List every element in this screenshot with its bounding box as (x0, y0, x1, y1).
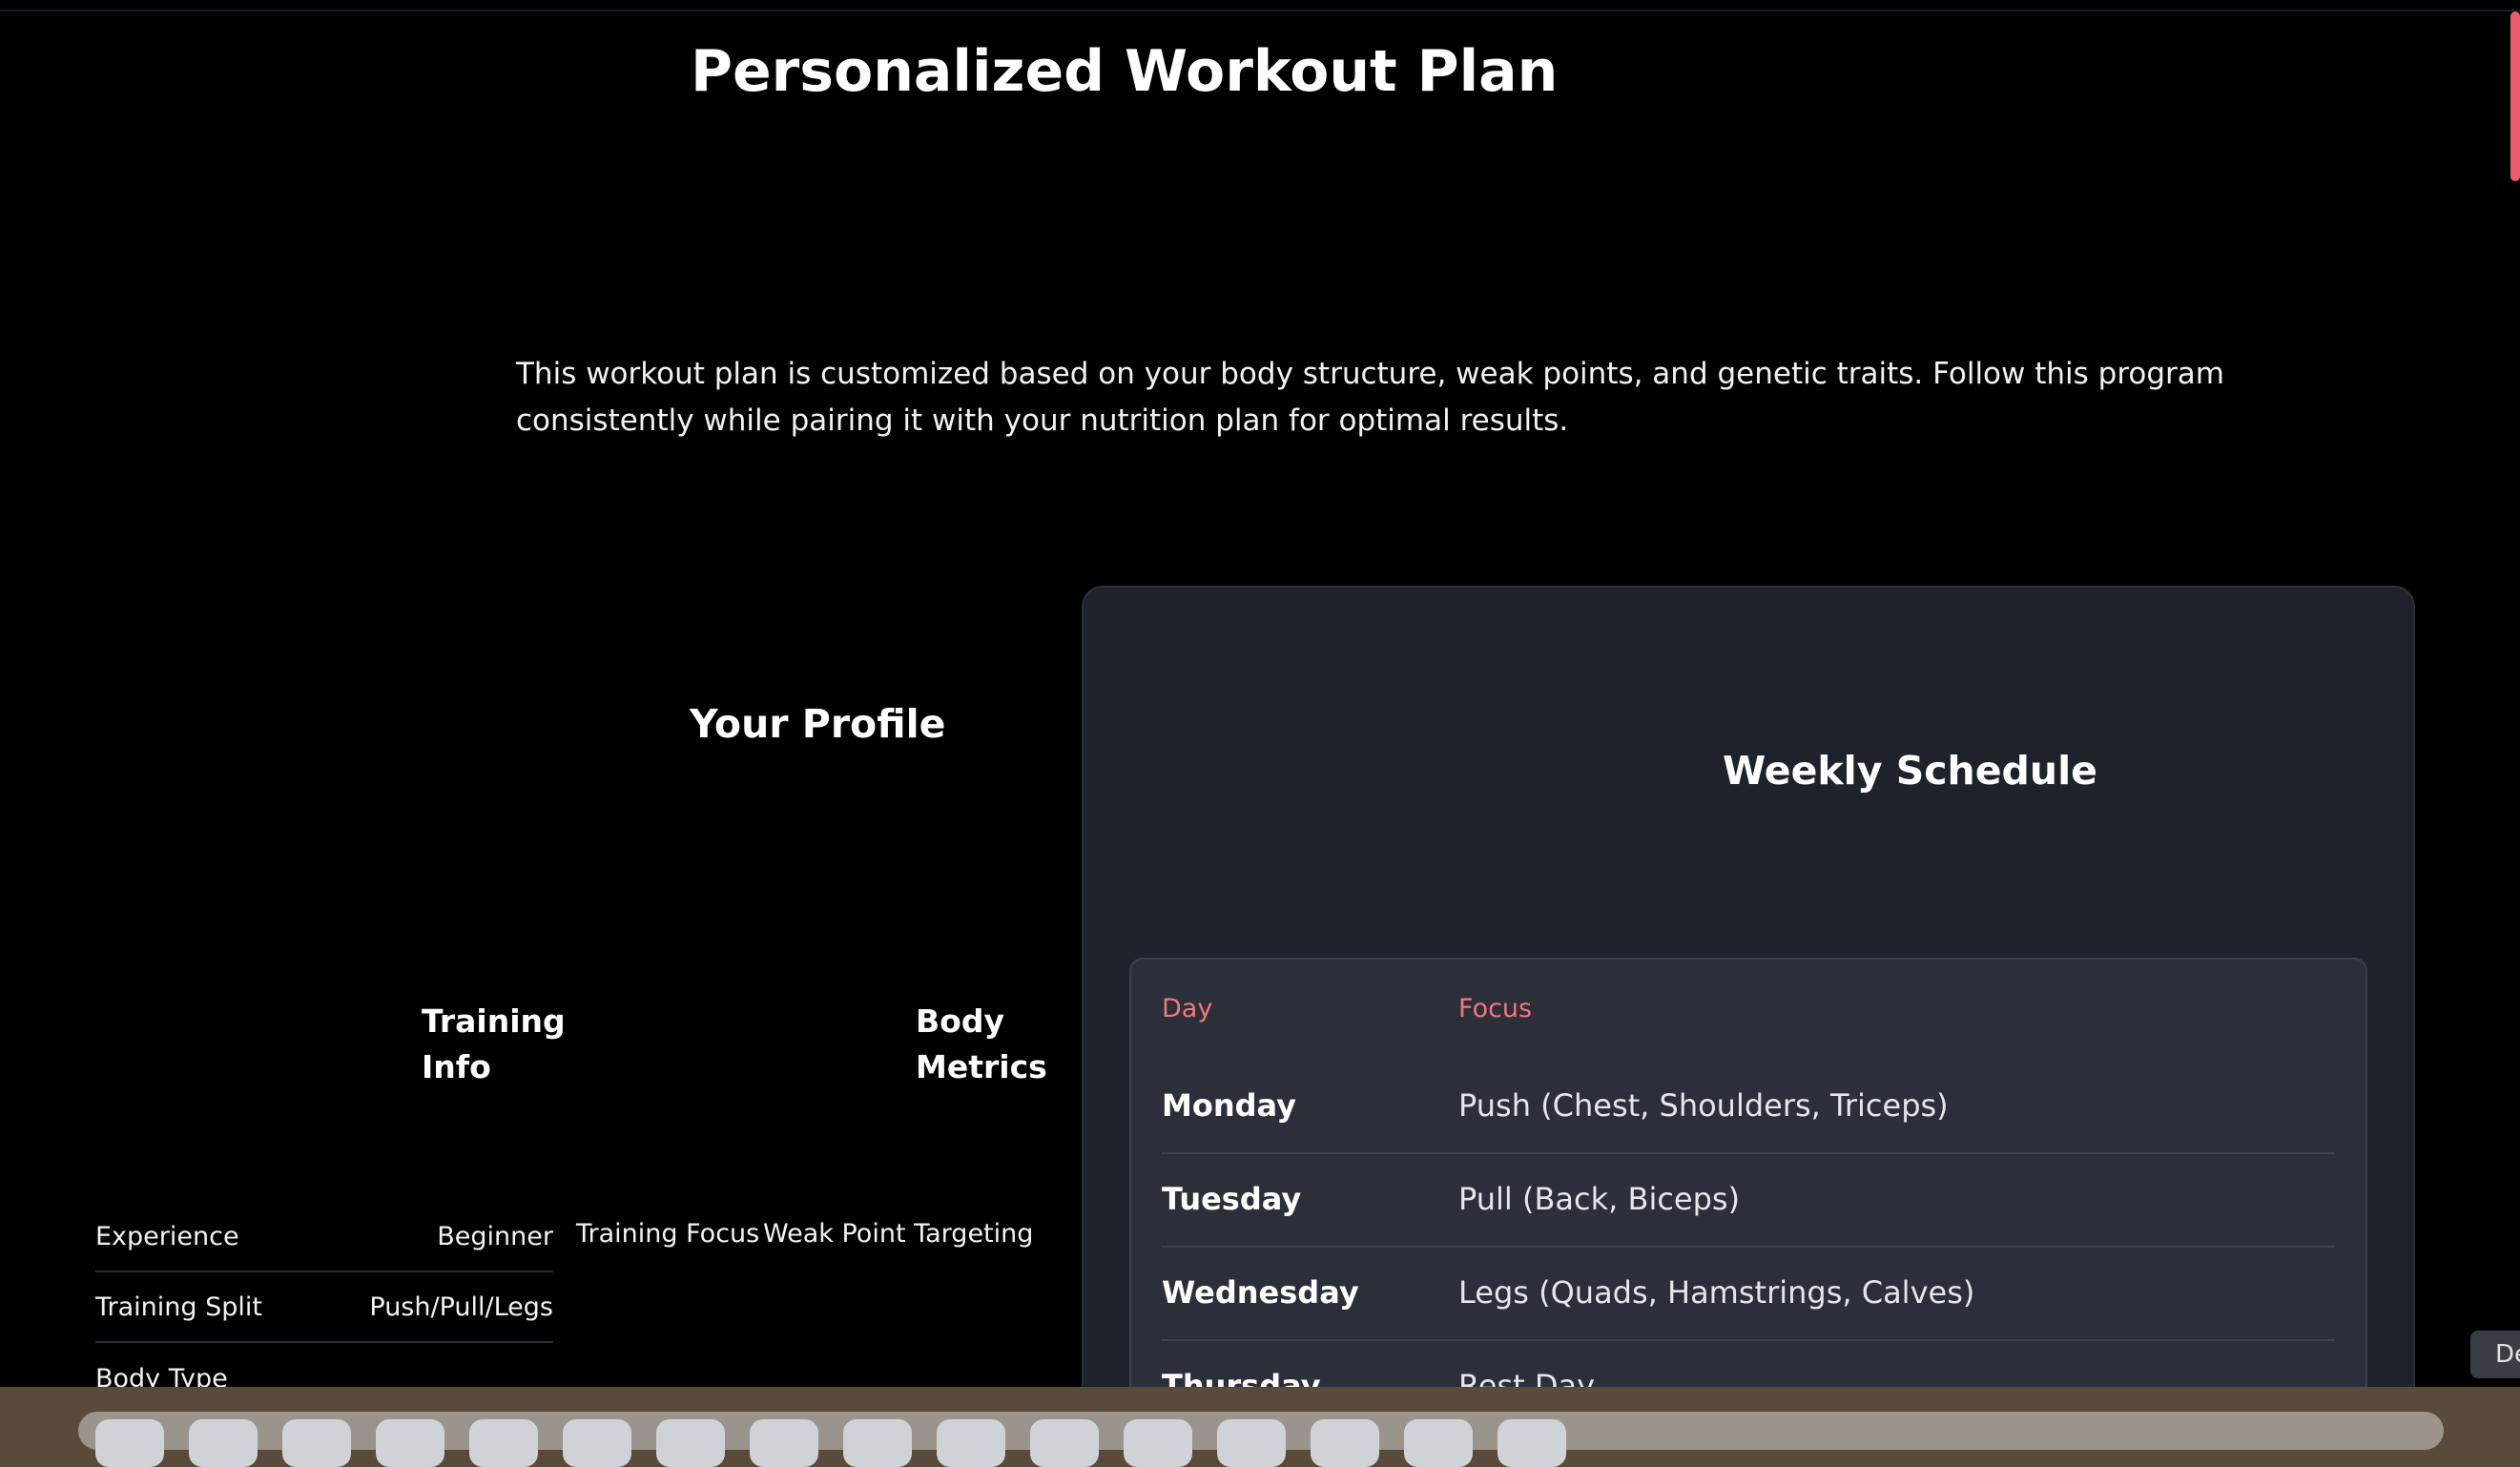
intro-text: This workout plan is customized based on… (516, 357, 2224, 438)
info-value: Beginner (437, 1221, 553, 1251)
reminders-icon[interactable] (1030, 1419, 1099, 1467)
training-focus-label: Training Focus (576, 1219, 760, 1249)
profile-title: Your Profile (690, 701, 946, 747)
side-tab-button[interactable]: De (2470, 1331, 2520, 1378)
row-day: Tuesday (1162, 1181, 1302, 1217)
top-divider (0, 10, 2520, 11)
maps-icon[interactable] (563, 1419, 631, 1467)
info-row-experience: Experience Beginner (95, 1202, 553, 1272)
facetime-icon[interactable] (750, 1419, 818, 1467)
messages-icon[interactable] (376, 1419, 444, 1467)
table-row: Tuesday Pull (Back, Biceps) (1162, 1154, 2335, 1248)
macos-dock (78, 1412, 2444, 1467)
music-icon[interactable] (1217, 1419, 1286, 1467)
row-day: Wednesday (1162, 1274, 1359, 1311)
calendar-icon[interactable] (843, 1419, 912, 1467)
table-row: Wednesday Legs (Quads, Hamstrings, Calve… (1162, 1248, 2335, 1341)
notes-icon[interactable] (937, 1419, 1005, 1467)
training-focus-value: Weak Point Targeting (763, 1219, 1034, 1249)
table-row: Thursday Rest Day (1162, 1341, 2335, 1387)
info-row-training-split: Training Split Push/Pull/Legs (95, 1272, 553, 1343)
column-header-focus: Focus (1458, 994, 1533, 1023)
info-label: Experience (95, 1221, 239, 1251)
row-focus: Pull (Back, Biceps) (1458, 1181, 1741, 1217)
browser-window: Personalized Workout Plan This workout p… (0, 0, 2520, 1387)
finder-icon[interactable] (95, 1419, 164, 1467)
row-day: Thursday (1162, 1368, 1321, 1387)
body-metrics-heading: Body Metrics (916, 1002, 1047, 1085)
info-value: Push/Pull/Legs (369, 1291, 553, 1322)
app-store-icon[interactable] (1311, 1419, 1379, 1467)
row-day: Monday (1162, 1087, 1296, 1124)
table-row: Monday Push (Chest, Shoulders, Triceps) (1162, 1061, 2335, 1154)
photos-icon[interactable] (656, 1419, 725, 1467)
safari-icon[interactable] (282, 1419, 351, 1467)
trash-icon[interactable] (1498, 1419, 1566, 1467)
mail-icon[interactable] (469, 1419, 538, 1467)
page-title: Personalized Workout Plan (691, 38, 1559, 105)
launchpad-icon[interactable] (189, 1419, 258, 1467)
info-row-body-type: Body Type (95, 1343, 553, 1388)
scrollbar-thumb[interactable] (2510, 11, 2520, 181)
schedule-title: Weekly Schedule (1723, 748, 2097, 794)
info-label: Body Type (95, 1363, 228, 1388)
settings-icon[interactable] (1404, 1419, 1473, 1467)
column-header-day: Day (1162, 994, 1213, 1023)
info-label: Training Split (95, 1291, 262, 1322)
row-focus: Legs (Quads, Hamstrings, Calves) (1458, 1274, 1975, 1311)
terminal-icon[interactable] (1124, 1419, 1192, 1467)
training-info-heading: Training Info (422, 1002, 566, 1085)
row-focus: Rest Day (1458, 1368, 1596, 1387)
row-focus: Push (Chest, Shoulders, Triceps) (1458, 1087, 1949, 1124)
